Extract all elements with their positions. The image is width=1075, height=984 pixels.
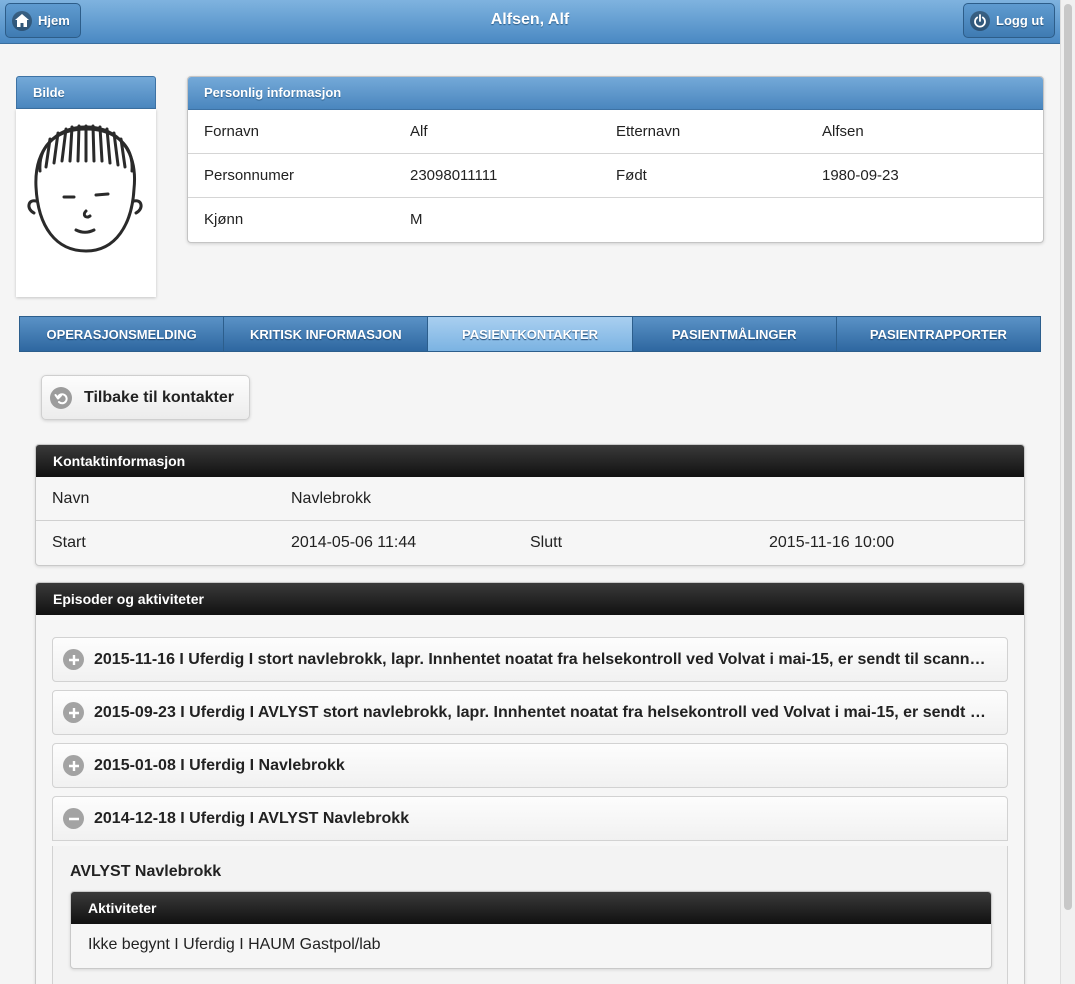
episodes-header: Episoder og aktiviteter <box>36 583 1024 615</box>
episode-label: 2014-12-18 I Uferdig I AVLYST Navlebrokk <box>94 809 410 827</box>
back-to-contacts-button[interactable]: Tilbake til kontakter <box>41 375 250 420</box>
vertical-scrollbar[interactable] <box>1060 0 1075 984</box>
start-label: Start <box>52 534 86 551</box>
patient-photo <box>16 109 156 297</box>
birth-date-value: 1980-09-23 <box>822 167 899 184</box>
contact-name-value: Navlebrokk <box>291 490 372 507</box>
expand-plus-icon <box>63 649 84 670</box>
episode-item[interactable]: 2015-09-23 I Uferdig I AVLYST stort navl… <box>52 690 1008 735</box>
back-button-label: Tilbake til kontakter <box>84 388 234 406</box>
main-tabs: OPERASJONSMELDING KRITISK INFORMASJON PA… <box>19 316 1041 352</box>
last-name-label: Etternavn <box>616 123 681 140</box>
personal-info-panel: Personlig informasjon Fornavn Alf Ettern… <box>187 76 1044 243</box>
gender-label: Kjønn <box>204 211 244 228</box>
personal-info-row: Personnumer 23098011111 Født 1980-09-23 <box>188 154 1043 198</box>
episode-item[interactable]: 2015-01-08 I Uferdig I Navlebrokk <box>52 743 1008 788</box>
contact-name-row: Navn Navlebrokk <box>36 477 1024 521</box>
activities-panel: Aktiviteter Ikke begynt I Uferdig I HAUM… <box>70 891 992 969</box>
scrollbar-thumb[interactable] <box>1064 4 1072 910</box>
tab-pasientmalinger[interactable]: PASIENTMÅLINGER <box>632 317 837 351</box>
personal-info-row: Fornavn Alf Etternavn Alfsen <box>188 110 1043 154</box>
power-icon <box>970 10 990 31</box>
episode-label: 2015-09-23 I Uferdig I AVLYST stort navl… <box>94 703 1007 721</box>
activities-header: Aktiviteter <box>71 892 991 924</box>
top-header-bar: Hjem Alfsen, Alf Logg ut <box>0 0 1060 44</box>
tab-operasjonsmelding[interactable]: OPERASJONSMELDING <box>20 317 225 351</box>
first-name-value: Alf <box>410 123 428 140</box>
episode-detail-title: AVLYST Navlebrokk <box>70 863 222 880</box>
personal-info-header: Personlig informasjon <box>188 77 1043 110</box>
personal-info-row: Kjønn M <box>188 198 1043 242</box>
contact-info-panel: Kontaktinformasjon Navn Navlebrokk Start… <box>35 444 1025 566</box>
end-value: 2015-11-16 10:00 <box>769 534 895 551</box>
episode-item-expanded[interactable]: 2014-12-18 I Uferdig I AVLYST Navlebrokk <box>52 796 1008 841</box>
last-name-value: Alfsen <box>822 123 864 140</box>
tab-kritisk-informasjon[interactable]: KRITISK INFORMASJON <box>224 317 429 351</box>
page-title: Alfsen, Alf <box>490 11 570 28</box>
expand-plus-icon <box>63 702 84 723</box>
episode-item[interactable]: 2015-11-16 I Uferdig I stort navlebrokk,… <box>52 637 1008 682</box>
contact-period-row: Start 2014-05-06 11:44 Slutt 2015-11-16 … <box>36 521 1024 565</box>
id-number-label: Personnumer <box>204 167 295 184</box>
contact-info-header: Kontaktinformasjon <box>36 445 1024 477</box>
expand-plus-icon <box>63 755 84 776</box>
episodes-panel: Episoder og aktiviteter 2015-11-16 I Ufe… <box>35 582 1025 984</box>
start-value: 2014-05-06 11:44 <box>291 534 417 551</box>
tab-pasientrapporter[interactable]: PASIENTRAPPORTER <box>836 317 1041 351</box>
activity-row: Ikke begynt I Uferdig I HAUM Gastpol/lab <box>88 936 381 953</box>
gender-value: M <box>410 211 423 228</box>
episode-label: 2015-01-08 I Uferdig I Navlebrokk <box>94 756 345 774</box>
end-label: Slutt <box>530 534 563 551</box>
first-name-label: Fornavn <box>204 123 260 140</box>
collapse-minus-icon <box>63 808 84 829</box>
birth-date-label: Født <box>616 167 647 184</box>
logout-label: Logg ut <box>996 13 1044 28</box>
episode-details: AVLYST Navlebrokk Aktiviteter Ikke begyn… <box>52 846 1008 984</box>
episode-label: 2015-11-16 I Uferdig I stort navlebrokk,… <box>94 650 994 668</box>
id-number-value: 23098011111 <box>410 167 498 184</box>
photo-panel-header: Bilde <box>16 76 156 109</box>
back-arrow-icon <box>50 386 72 409</box>
logout-button[interactable]: Logg ut <box>963 3 1055 38</box>
contact-name-label: Navn <box>52 490 90 507</box>
tab-pasientkontakter[interactable]: PASIENTKONTAKTER <box>428 317 633 351</box>
